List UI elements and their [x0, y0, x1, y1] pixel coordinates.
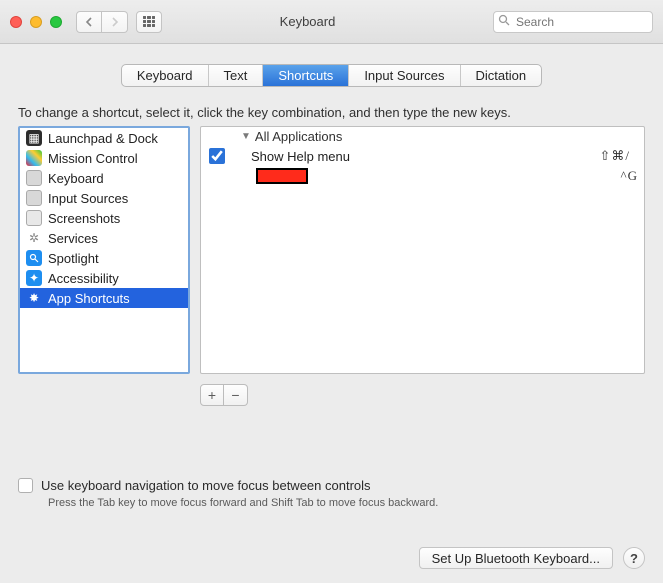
category-label: Screenshots — [48, 211, 120, 226]
tab-shortcuts[interactable]: Shortcuts — [263, 65, 349, 86]
category-list[interactable]: ▦ Launchpad & Dock Mission Control Keyboa… — [18, 126, 190, 374]
tab-text[interactable]: Text — [209, 65, 264, 86]
grid-icon — [143, 16, 155, 28]
show-all-button[interactable] — [136, 11, 162, 33]
services-icon: ✲ — [26, 230, 42, 246]
keyboard-navigation-label: Use keyboard navigation to move focus be… — [41, 478, 371, 493]
tabs-row: Keyboard Text Shortcuts Input Sources Di… — [0, 44, 663, 99]
category-app-shortcuts[interactable]: ✸ App Shortcuts — [20, 288, 188, 308]
category-label: Accessibility — [48, 271, 119, 286]
category-spotlight[interactable]: Spotlight — [20, 248, 188, 268]
category-label: Mission Control — [48, 151, 138, 166]
category-keyboard[interactable]: Keyboard — [20, 168, 188, 188]
keyboard-navigation-subtext: Press the Tab key to move focus forward … — [48, 497, 645, 509]
search-input[interactable] — [493, 11, 653, 33]
category-input-sources[interactable]: Input Sources — [20, 188, 188, 208]
shortcut-enabled-checkbox[interactable] — [209, 148, 225, 164]
category-label: Spotlight — [48, 251, 99, 266]
category-label: Input Sources — [48, 191, 128, 206]
accessibility-icon: ✦ — [26, 270, 42, 286]
disclosure-triangle-icon[interactable]: ▼ — [241, 131, 251, 142]
group-label: All Applications — [255, 129, 342, 144]
category-mission-control[interactable]: Mission Control — [20, 148, 188, 168]
window-title: Keyboard — [170, 14, 485, 29]
close-icon[interactable] — [10, 16, 22, 28]
maximize-icon[interactable] — [50, 16, 62, 28]
help-button[interactable]: ? — [623, 547, 645, 569]
tab-segment: Keyboard Text Shortcuts Input Sources Di… — [121, 64, 542, 87]
keyboard-icon — [26, 170, 42, 186]
group-all-applications[interactable]: ▼ All Applications — [201, 127, 644, 146]
category-screenshots[interactable]: Screenshots — [20, 208, 188, 228]
input-sources-icon — [26, 190, 42, 206]
category-launchpad[interactable]: ▦ Launchpad & Dock — [20, 128, 188, 148]
mission-control-icon — [26, 150, 42, 166]
add-button[interactable]: + — [200, 384, 224, 406]
nav-buttons — [76, 11, 128, 33]
instruction-text: To change a shortcut, select it, click t… — [18, 105, 645, 120]
spotlight-icon — [26, 250, 42, 266]
screenshots-icon — [26, 210, 42, 226]
tab-keyboard[interactable]: Keyboard — [122, 65, 209, 86]
category-services[interactable]: ✲ Services — [20, 228, 188, 248]
category-accessibility[interactable]: ✦ Accessibility — [20, 268, 188, 288]
add-remove-controls: + − — [200, 384, 645, 406]
shortcut-list[interactable]: ▼ All Applications Show Help menu ⇧⌘/ ^G — [200, 126, 645, 374]
keyboard-navigation-section: Use keyboard navigation to move focus be… — [18, 478, 645, 509]
category-label: Services — [48, 231, 98, 246]
remove-button[interactable]: − — [224, 384, 248, 406]
keyboard-navigation-checkbox[interactable] — [18, 478, 33, 493]
search-icon — [498, 14, 510, 29]
window-controls — [10, 16, 62, 28]
search-wrap — [493, 11, 653, 33]
category-label: Keyboard — [48, 171, 104, 186]
shortcut-keys: ^G — [621, 168, 645, 184]
shortcut-row[interactable]: Show Help menu ⇧⌘/ — [201, 146, 644, 166]
tab-input-sources[interactable]: Input Sources — [349, 65, 460, 86]
forward-button[interactable] — [102, 11, 128, 33]
tab-dictation[interactable]: Dictation — [461, 65, 542, 86]
category-label: App Shortcuts — [48, 291, 130, 306]
redacted-label — [256, 168, 308, 184]
shortcut-label: Show Help menu — [251, 149, 599, 164]
footer: Set Up Bluetooth Keyboard... ? — [419, 547, 645, 569]
shortcut-keys: ⇧⌘/ — [599, 148, 636, 164]
shortcut-row[interactable]: ^G — [201, 166, 644, 186]
launchpad-icon: ▦ — [26, 130, 42, 146]
titlebar: Keyboard — [0, 0, 663, 44]
minimize-icon[interactable] — [30, 16, 42, 28]
category-label: Launchpad & Dock — [48, 131, 158, 146]
app-shortcuts-icon: ✸ — [26, 290, 42, 306]
bluetooth-keyboard-button[interactable]: Set Up Bluetooth Keyboard... — [419, 547, 613, 569]
back-button[interactable] — [76, 11, 102, 33]
